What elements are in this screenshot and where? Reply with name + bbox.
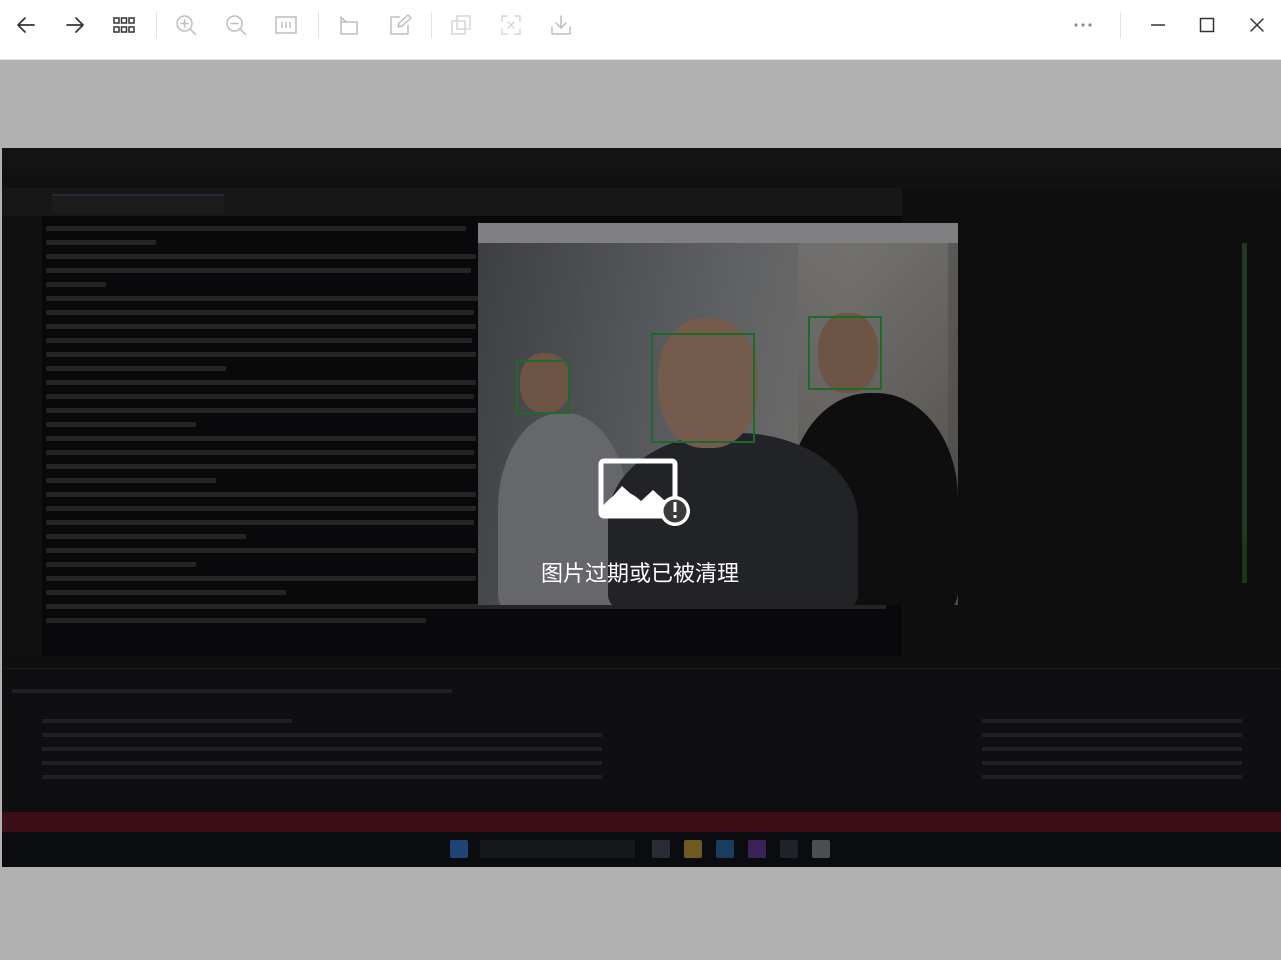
edit-button[interactable] <box>383 8 417 42</box>
grid-icon <box>113 17 135 33</box>
maximize-button[interactable] <box>1190 8 1224 42</box>
toolbar-divider <box>1120 12 1121 38</box>
zoom-in-icon <box>176 15 197 36</box>
rotate-button[interactable] <box>332 8 366 42</box>
scan-text-icon <box>501 15 521 35</box>
close-button[interactable] <box>1240 8 1274 42</box>
arrow-left-icon <box>17 17 35 33</box>
more-icon <box>1074 23 1092 27</box>
image-viewer-area: 图片过期或已被清理 <box>0 60 1281 960</box>
arrow-right-icon <box>66 17 84 33</box>
maximize-icon <box>1199 17 1215 33</box>
actual-size-button[interactable] <box>269 8 303 42</box>
minimize-icon <box>1151 24 1165 26</box>
grid-view-button[interactable] <box>107 8 141 42</box>
broken-image-icon <box>598 458 690 526</box>
toolbar-divider <box>431 12 432 38</box>
toolbar-divider <box>156 12 157 38</box>
minimize-button[interactable] <box>1141 8 1175 42</box>
close-icon <box>1250 18 1264 32</box>
download-button[interactable] <box>544 8 578 42</box>
more-button[interactable] <box>1066 8 1100 42</box>
forward-button[interactable] <box>58 8 92 42</box>
extract-text-button[interactable] <box>494 8 528 42</box>
copy-icon <box>451 15 471 35</box>
back-button[interactable] <box>9 8 43 42</box>
zoom-in-button[interactable] <box>169 8 203 42</box>
zoom-out-button[interactable] <box>219 8 253 42</box>
viewer-toolbar <box>0 0 1281 60</box>
toolbar-divider <box>318 12 319 38</box>
expired-notice: 图片过期或已被清理 <box>490 458 790 588</box>
download-icon <box>551 15 571 35</box>
rotate-icon <box>340 16 358 35</box>
zoom-out-icon <box>226 15 247 36</box>
actual-size-icon <box>275 16 297 34</box>
expired-message: 图片过期或已被清理 <box>540 562 739 587</box>
copy-button[interactable] <box>444 8 478 42</box>
edit-icon <box>390 14 412 35</box>
